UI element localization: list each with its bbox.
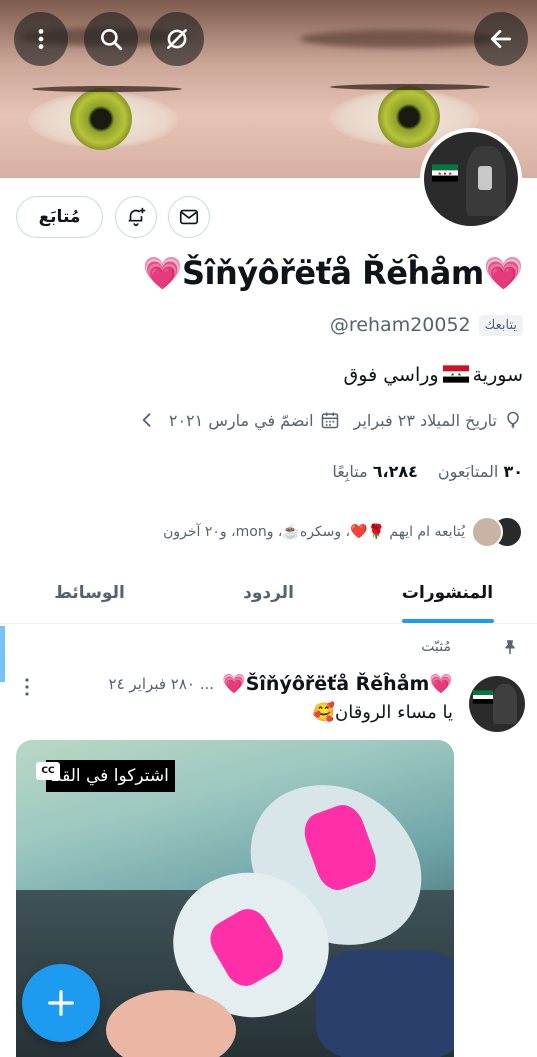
followers-count: ٦،٢٨٤ <box>372 462 418 481</box>
chevron-left-icon[interactable] <box>137 410 157 430</box>
tab-replies[interactable]: الردود <box>179 562 358 623</box>
following-button[interactable]: مُتابَع <box>16 196 103 238</box>
profile-avatar[interactable] <box>420 128 522 230</box>
banner-lash-right <box>330 84 490 90</box>
more-button[interactable] <box>14 12 68 66</box>
compose-button[interactable] <box>22 964 100 1042</box>
followers-label: متابِعًا <box>332 462 368 481</box>
syria-flag-icon <box>432 164 458 182</box>
media-jeans <box>316 950 454 1057</box>
followed-by-row[interactable]: يُتابعه ام ايهم 🌹❤️، وسكره☕️، وmon، و٢٠ … <box>163 516 523 548</box>
plus-icon <box>48 990 74 1016</box>
follower-avatars <box>471 516 523 548</box>
closed-captions-icon[interactable]: CC <box>36 762 60 780</box>
following-stat[interactable]: ٣٠ المتابَعون <box>438 462 523 481</box>
joined-text: انضمّ في مارس ٢٠٢١ <box>168 410 314 430</box>
media-shoe-accent <box>298 799 383 896</box>
video-caption: اشتركوا في القنـ <box>46 760 175 792</box>
scroll-indicator <box>0 626 5 682</box>
tweet-header: 💗Šîňýôřëťå Řĕĥåm💗 ... ٢٨٠ فبراير ٢٤ <box>109 672 453 695</box>
profile-tabs: المنشورات الردود الوسائط <box>0 562 537 624</box>
followers-stat[interactable]: ٦،٢٨٤ متابِعًا <box>332 462 418 481</box>
pinned-indicator: مُثبّت <box>421 638 519 656</box>
handle-row: @reham20052 يتابعك <box>330 314 523 336</box>
pin-icon <box>505 640 515 655</box>
bell-plus-icon <box>128 207 146 227</box>
mute-button[interactable] <box>150 12 204 66</box>
search-button[interactable] <box>84 12 138 66</box>
profile-meta: تاريخ الميلاد ٢٣ فبراير انضمّ في مارس ٢٠… <box>137 410 523 430</box>
search-icon <box>101 29 123 51</box>
avatar-phone <box>478 166 492 190</box>
profile-handle: @reham20052 <box>329 314 471 336</box>
banner-brow-right <box>300 30 500 48</box>
tab-media[interactable]: الوسائط <box>0 562 179 623</box>
profile-name: 💗Šîňýôřëťå Řĕĥåm💗 <box>142 254 524 292</box>
tweet-text: يا مساء الروقان🥰 <box>312 702 453 723</box>
following-button-label: مُتابَع <box>38 207 81 227</box>
banner-lash-left <box>32 86 182 92</box>
back-button[interactable] <box>474 12 528 66</box>
follower-avatar <box>471 516 503 548</box>
profile-bio: سورية وراسي فوق <box>344 364 523 386</box>
pinned-label: مُثبّت <box>421 639 451 655</box>
birthday-text: تاريخ الميلاد ٢٣ فبراير <box>353 410 497 430</box>
more-vertical-icon[interactable] <box>22 676 32 698</box>
envelope-icon <box>179 209 199 225</box>
bio-text-end: وراسي فوق <box>343 364 439 386</box>
follows-you-badge: يتابعك <box>478 314 523 336</box>
banner-iris-right <box>378 86 440 148</box>
followed-by-text: يُتابعه ام ايهم 🌹❤️، وسكره☕️، وmon، و٢٠ … <box>163 524 465 540</box>
profile-stats: ٣٠ المتابَعون ٦،٢٨٤ متابِعًا <box>332 462 523 481</box>
syria-flag-icon <box>442 365 469 383</box>
message-button[interactable] <box>168 196 210 238</box>
tweet-meta: ... ٢٨٠ فبراير ٢٤ <box>108 674 215 693</box>
balloon-icon <box>507 411 519 429</box>
tweet-avatar-figure <box>493 684 517 724</box>
calendar-icon <box>321 412 338 429</box>
syria-flag-icon <box>473 690 493 704</box>
circle-slash-icon <box>167 29 187 49</box>
media-shoe-accent <box>203 902 291 993</box>
bio-text-start: سورية <box>472 364 523 386</box>
arrow-left-icon <box>490 30 512 48</box>
tab-posts[interactable]: المنشورات <box>358 562 537 623</box>
following-count: ٣٠ <box>503 462 523 481</box>
tweet-author-name[interactable]: 💗Šîňýôřëťå Řĕĥåm💗 <box>222 672 453 695</box>
notifications-button[interactable] <box>115 196 157 238</box>
more-vertical-icon <box>38 29 44 49</box>
following-label: المتابَعون <box>437 462 499 481</box>
banner-iris-left <box>70 88 132 150</box>
tweet-avatar[interactable] <box>469 676 525 732</box>
